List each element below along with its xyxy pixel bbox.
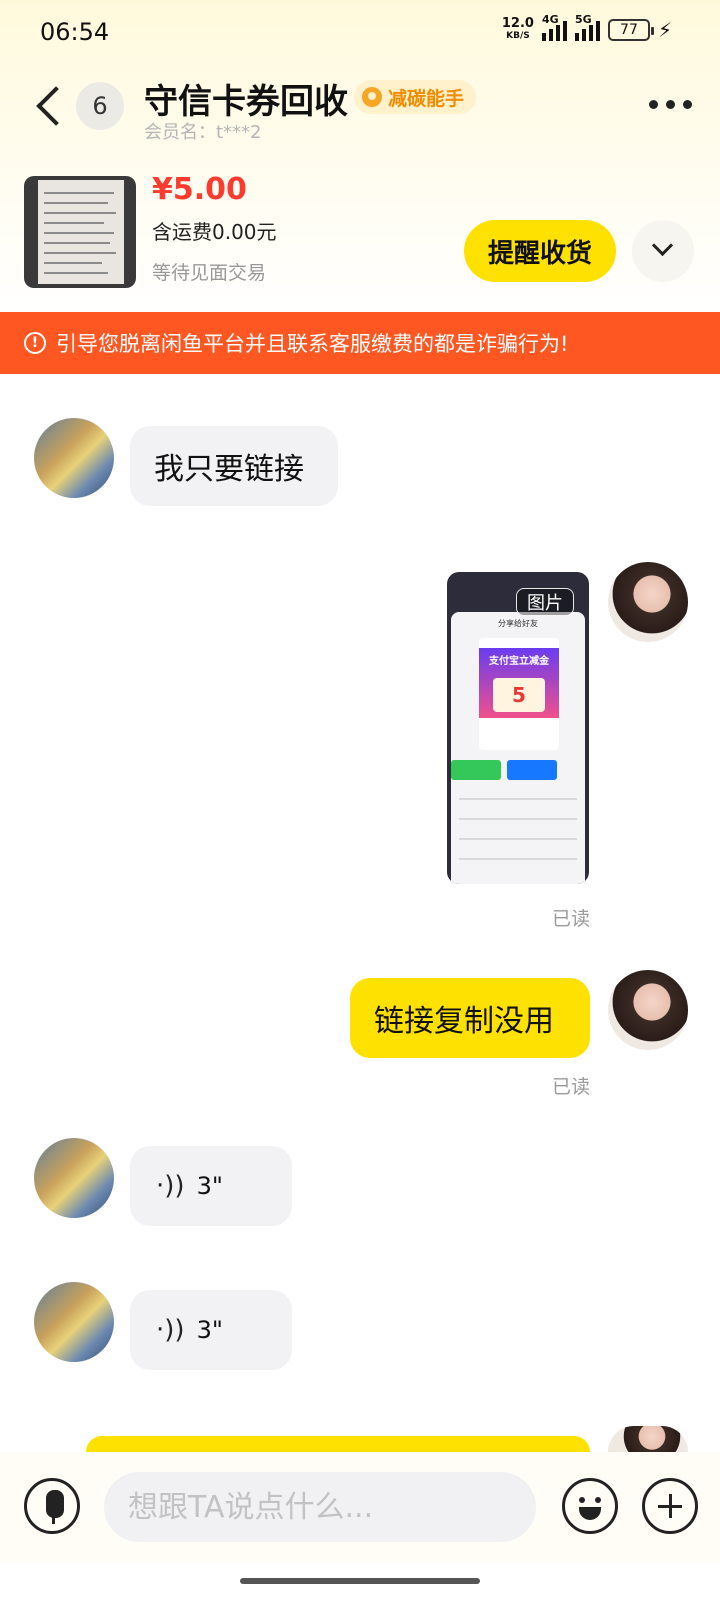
charging-icon: ⚡ <box>657 18 672 42</box>
home-indicator[interactable] <box>240 1578 480 1584</box>
unread-count-badge[interactable]: 6 <box>76 82 124 130</box>
voice-message[interactable]: ·)) 3" <box>130 1290 292 1370</box>
voice-wave-icon: ·)) <box>156 1171 185 1201</box>
product-price: ¥5.00 <box>152 172 247 207</box>
status-icons: 12.0 KB/S 4G 5G 77 ⚡ <box>501 13 672 42</box>
chat-header: 6 守信卡券回收 减碳能手 会员名：t***2 <box>0 66 720 146</box>
warning-icon: ! <box>24 332 46 354</box>
signal-icon: 4G <box>541 13 567 41</box>
input-bar <box>0 1452 720 1562</box>
trade-status: 等待见面交易 <box>152 262 267 284</box>
read-receipt: 已读 <box>552 908 591 930</box>
message-bubble[interactable]: 链接复制没用 <box>350 978 590 1058</box>
my-avatar[interactable] <box>608 1426 688 1452</box>
seller-avatar[interactable] <box>34 1138 114 1218</box>
message-bubble-partial[interactable] <box>86 1436 590 1452</box>
plus-icon[interactable] <box>642 1478 698 1534</box>
seller-avatar[interactable] <box>34 418 114 498</box>
signal-5g-icon: 5G <box>574 13 600 41</box>
seller-badge-label: 减碳能手 <box>388 87 465 110</box>
message-input[interactable] <box>104 1472 536 1542</box>
share-sheet-preview: 分享给好友 支付宝立减金 5 <box>451 612 585 884</box>
status-time: 06:54 <box>40 18 110 46</box>
image-tag: 图片 <box>516 588 574 616</box>
product-thumbnail[interactable] <box>24 176 136 288</box>
emoji-icon[interactable] <box>562 1478 618 1534</box>
product-card[interactable]: ¥5.00 含运费0.00元 等待见面交易 提醒收货 <box>0 172 720 292</box>
status-bar: 06:54 12.0 KB/S 4G 5G 77 ⚡ <box>0 0 720 64</box>
battery-icon: 77 <box>607 19 654 41</box>
back-icon[interactable] <box>30 84 70 128</box>
my-avatar[interactable] <box>608 562 688 642</box>
read-receipt: 已读 <box>552 1076 591 1098</box>
more-icon[interactable] <box>649 100 692 109</box>
voice-duration: 3" <box>196 1316 223 1344</box>
member-name: 会员名：t***2 <box>144 122 262 143</box>
message-bubble[interactable]: 我只要链接 <box>130 426 338 506</box>
seller-badge[interactable]: 减碳能手 <box>354 80 477 114</box>
voice-wave-icon: ·)) <box>156 1315 185 1345</box>
network-speed: 12.0 KB/S <box>501 16 534 41</box>
voice-duration: 3" <box>196 1172 223 1200</box>
my-avatar[interactable] <box>608 970 688 1050</box>
shared-image-message[interactable]: 分享给好友 支付宝立减金 5 <box>447 572 589 884</box>
shipping-fee: 含运费0.00元 <box>152 220 277 244</box>
seller-avatar[interactable] <box>34 1282 114 1362</box>
microphone-icon[interactable] <box>24 1478 80 1534</box>
leaf-icon <box>362 87 382 107</box>
page-title: 守信卡券回收 <box>144 82 348 122</box>
warning-text: 引导您脱离闲鱼平台并且联系客服缴费的都是诈骗行为! <box>56 332 569 356</box>
remind-receipt-button[interactable]: 提醒收货 <box>464 220 616 282</box>
chevron-down-icon[interactable] <box>632 220 694 282</box>
fraud-warning-banner: ! 引导您脱离闲鱼平台并且联系客服缴费的都是诈骗行为! <box>0 312 720 374</box>
voice-message[interactable]: ·)) 3" <box>130 1146 292 1226</box>
